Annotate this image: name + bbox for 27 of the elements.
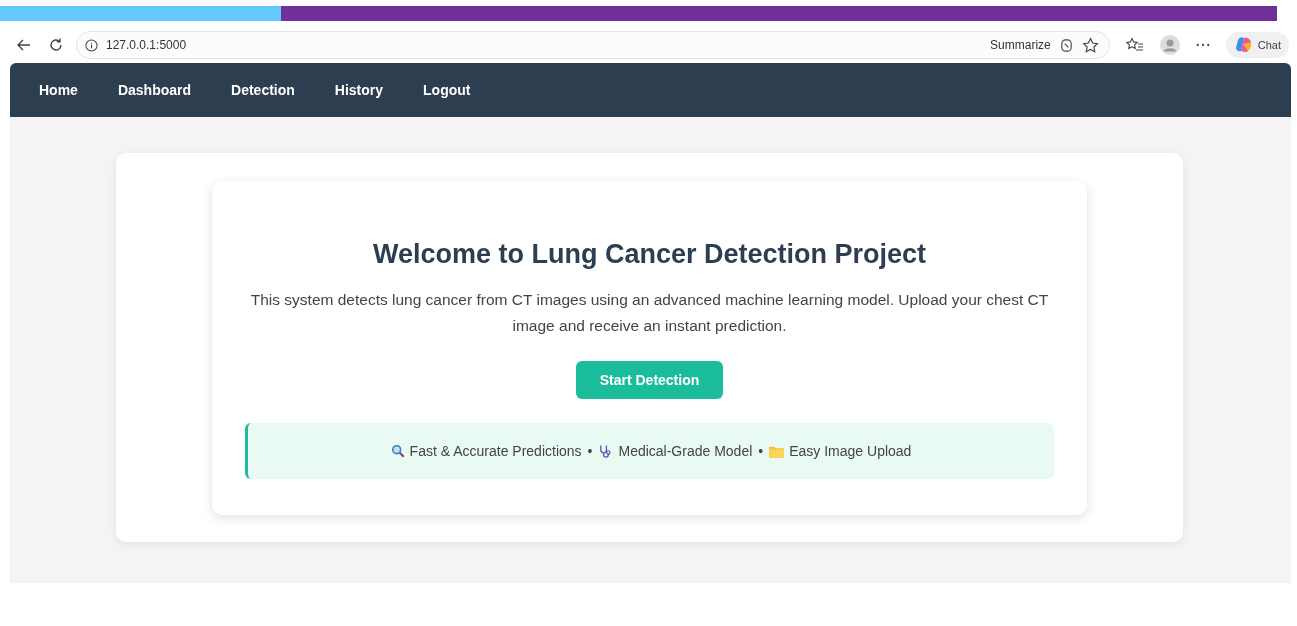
more-icon[interactable] <box>1195 43 1210 47</box>
nav-link[interactable]: Logout <box>423 82 471 98</box>
nav-link[interactable]: Detection <box>231 82 295 98</box>
bullet-separator: • <box>587 443 593 459</box>
reload-icon[interactable] <box>48 37 64 53</box>
summarize-button[interactable]: Summarize <box>990 38 1051 52</box>
profile-avatar-icon[interactable] <box>1159 35 1180 55</box>
url-text: 127.0.0.1:5000 <box>106 38 187 52</box>
search-icon <box>390 444 405 458</box>
back-arrow-icon[interactable] <box>16 37 32 53</box>
nav-link[interactable]: History <box>334 82 384 98</box>
feature-text: Easy Image Upload <box>789 443 912 459</box>
folder-icon <box>769 444 785 458</box>
star-icon[interactable] <box>1081 36 1099 54</box>
nav-link[interactable]: Dashboard <box>117 82 192 98</box>
favorites-icon[interactable] <box>1125 37 1144 53</box>
address-bar[interactable]: 127.0.0.1:5000 Summarize <box>76 31 1110 59</box>
chat-button[interactable]: Chat <box>1225 32 1289 58</box>
info-icon[interactable] <box>85 38 98 52</box>
feature-text: Medical-Grade Model <box>618 443 753 459</box>
nav-link[interactable]: Home <box>39 82 78 98</box>
bullet-separator: • <box>758 443 764 459</box>
description-text: This system detects lung cancer from CT images using an advanced machine learning model. Upload your chest CT image and receive an instant prediction. <box>249 290 1050 336</box>
stethoscope-icon <box>598 443 614 459</box>
copilot-logo-icon <box>1233 35 1254 55</box>
feature-text: Fast & Accurate Predictions <box>409 443 582 459</box>
welcome-title: Welcome to Lung Cancer Detection Project <box>372 239 927 270</box>
